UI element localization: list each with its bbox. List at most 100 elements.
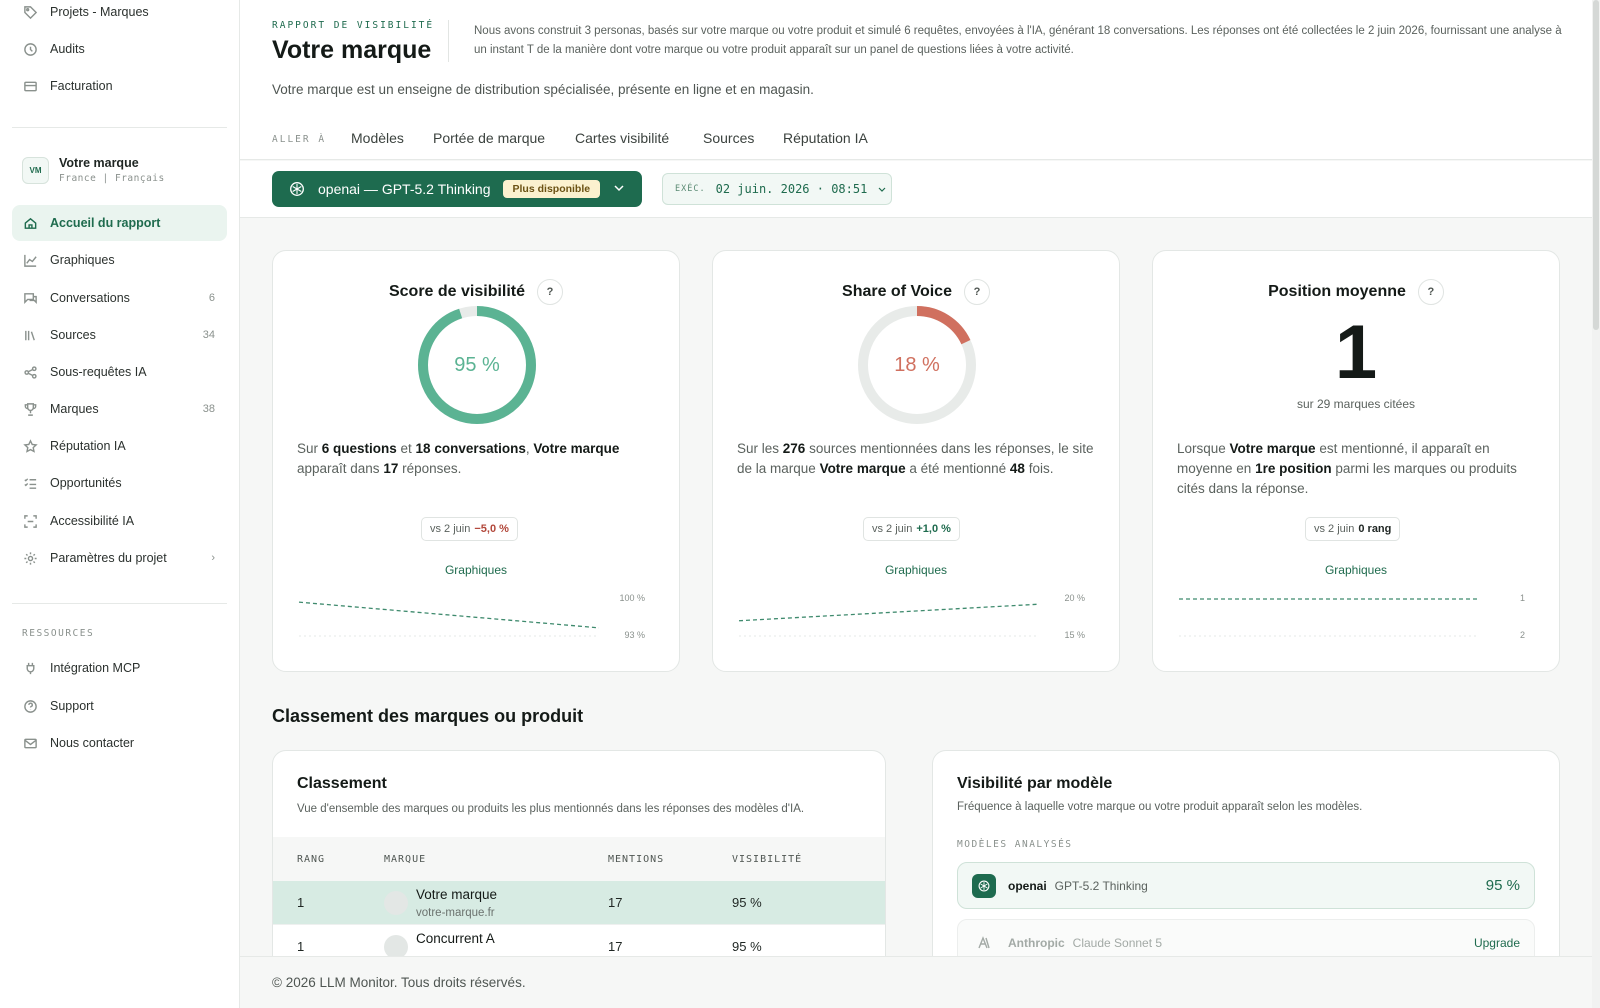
row-mentions: 17: [608, 895, 623, 910]
report-header: RAPPORT DE VISIBILITÉ Votre marque Nous …: [240, 0, 1592, 160]
footer: © 2026 LLM Monitor. Tous droits réservés…: [240, 956, 1592, 1008]
share-nodes-icon: [22, 364, 38, 380]
visibility-by-model-card: Visibilité par modèle Fréquence à laquel…: [932, 750, 1560, 970]
sidebar-item-label: Conversations: [50, 291, 130, 305]
table-row[interactable]: 1 Votre marque votre-marque.fr 17 95 %: [273, 881, 885, 925]
sidebar-item-billing[interactable]: Facturation: [12, 68, 227, 104]
sparkline-max-label: 20 %: [1064, 593, 1085, 603]
sidebar-item-label: Nous contacter: [50, 736, 135, 750]
sidebar-divider: [12, 127, 227, 128]
sidebar-item-sources[interactable]: Sources 34: [12, 317, 227, 353]
card-title: Score de visibilité: [388, 283, 526, 301]
sov-sparkline: 20 % 15 %: [738, 593, 1085, 640]
sidebar-item-brands[interactable]: Marques 38: [12, 391, 227, 427]
sidebar-item-mcp-integration[interactable]: Intégration MCP: [12, 650, 227, 686]
sidebar-item-projects[interactable]: Projets - Marques: [12, 0, 227, 30]
row-mentions: 17: [608, 939, 623, 954]
visibility-score-card: Score de visibilité? 95 % Sur 6 question…: [272, 250, 680, 672]
help-button[interactable]: ?: [537, 279, 564, 305]
model-row-openai[interactable]: openai GPT-5.2 Thinking 95 %: [957, 862, 1535, 909]
report-intro: Nous avons construit 3 personas, basés s…: [474, 25, 1562, 56]
upgrade-button[interactable]: Upgrade: [1474, 936, 1520, 950]
sidebar-item-subqueries[interactable]: Sous-requêtes IA: [12, 354, 227, 390]
sidebar-item-label: Support: [50, 699, 94, 713]
visibility-value: 95 %: [454, 353, 500, 376]
sidebar-item-label: Sous-requêtes IA: [50, 365, 147, 379]
main-content: RAPPORT DE VISIBILITÉ Votre marque Nous …: [240, 0, 1592, 1008]
card-subtitle: Vue d'ensemble des marques ou produits l…: [297, 803, 805, 815]
scrollbar-thumb[interactable]: [1593, 0, 1599, 330]
report-toolbar: openai — GPT-5.2 Thinking Plus disponibl…: [240, 161, 1592, 218]
help-button[interactable]: ?: [1417, 279, 1444, 305]
sidebar-item-count: 34: [202, 329, 215, 341]
column-header[interactable]: MENTIONS: [608, 854, 664, 865]
mail-icon: [22, 735, 38, 751]
brand-logo: [384, 891, 408, 915]
card-title: Position moyenne: [1268, 283, 1406, 301]
sidebar-item-label: Sources: [50, 328, 96, 342]
sidebar-item-label: Accessibilité IA: [50, 514, 135, 528]
execution-date: 02 juin. 2026 · 08:51: [715, 182, 868, 196]
card-description: Sur 6 questions et 18 conversations, Vot…: [297, 441, 620, 476]
goto-link-visibility-cards[interactable]: Cartes visibilité: [575, 130, 669, 146]
help-button[interactable]: ?: [963, 279, 990, 305]
card-subtitle: Fréquence à laquelle votre marque ou vot…: [957, 801, 1363, 813]
card-title: Visibilité par modèle: [957, 775, 1113, 792]
credit-card-icon: [22, 78, 38, 94]
execution-selector[interactable]: EXÉC. 02 juin. 2026 · 08:51: [662, 173, 892, 205]
goto-link-sources[interactable]: Sources: [703, 130, 754, 146]
charts-link[interactable]: Graphiques: [1153, 563, 1559, 577]
goto-link-brand-reach[interactable]: Portée de marque: [433, 130, 545, 146]
sidebar-item-audits[interactable]: Audits: [12, 31, 227, 67]
goto-link-models[interactable]: Modèles: [351, 130, 404, 146]
brand-card[interactable]: VM Votre marque France | Français: [12, 150, 227, 190]
row-brand-name: Votre marque: [416, 887, 498, 902]
sidebar-item-project-settings[interactable]: Paramètres du projet ›: [12, 540, 227, 576]
charts-link[interactable]: Graphiques: [273, 563, 679, 577]
visibility-sparkline: 100 % 93 %: [298, 593, 645, 640]
sidebar-item-contact[interactable]: Nous contacter: [12, 725, 227, 761]
charts-link[interactable]: Graphiques: [713, 563, 1119, 577]
card-description: Sur les 276 sources mentionnées dans les…: [737, 441, 1094, 476]
sidebar-item-ai-accessibility[interactable]: Accessibilité IA: [12, 503, 227, 539]
sidebar-item-label: Accueil du rapport: [50, 216, 161, 230]
sidebar-item-report-home[interactable]: Accueil du rapport: [12, 205, 227, 241]
model-badge: Plus disponible: [502, 180, 601, 198]
sparkline-max-label: 1: [1520, 593, 1525, 603]
chevron-right-icon: ›: [211, 552, 215, 564]
sidebar-item-conversations[interactable]: Conversations 6: [12, 280, 227, 316]
row-rank: 1: [297, 939, 305, 954]
sidebar-item-label: Opportunités: [50, 476, 122, 490]
model-selector[interactable]: openai — GPT-5.2 Thinking Plus disponibl…: [272, 171, 642, 207]
sparkline-min-label: 93 %: [624, 630, 645, 640]
row-rank: 1: [297, 895, 305, 910]
openai-icon: [290, 182, 304, 196]
table-header: RANG MARQUE MENTIONS VISIBILITÉ: [273, 837, 885, 881]
sparkline-max-label: 100 %: [619, 593, 645, 603]
sparkline-min-label: 15 %: [1064, 630, 1085, 640]
column-header[interactable]: MARQUE: [384, 854, 426, 865]
sidebar-item-opportunities[interactable]: Opportunités: [12, 465, 227, 501]
row-brand-name: Concurrent A: [416, 931, 495, 946]
tag-icon: [22, 4, 38, 20]
sidebar-item-ai-reputation[interactable]: Réputation IA: [12, 428, 227, 464]
sidebar-item-charts[interactable]: Graphiques: [12, 242, 227, 278]
sidebar-item-support[interactable]: Support: [12, 688, 227, 724]
models-analyzed-label: MODÈLES ANALYSÉS: [957, 839, 1073, 850]
scan-icon: [22, 513, 38, 529]
model-provider: Anthropic: [1008, 935, 1065, 950]
sidebar-item-label: Paramètres du projet: [50, 551, 167, 565]
trophy-icon: [22, 401, 38, 417]
position-sparkline: 1 2: [1179, 593, 1525, 640]
sidebar-item-label: Réputation IA: [50, 439, 126, 453]
card-title: Share of Voice: [842, 283, 952, 301]
goto-link-ai-reputation[interactable]: Réputation IA: [783, 130, 868, 146]
line-chart-icon: [22, 252, 38, 268]
help-circle-icon: [22, 698, 38, 714]
ranking-card: Classement Vue d'ensemble des marques ou…: [272, 750, 886, 970]
history-icon: [22, 41, 38, 57]
gear-icon: [22, 550, 38, 566]
column-header[interactable]: VISIBILITÉ: [732, 854, 802, 865]
column-header[interactable]: RANG: [297, 854, 325, 865]
card-title: Classement: [297, 775, 387, 792]
